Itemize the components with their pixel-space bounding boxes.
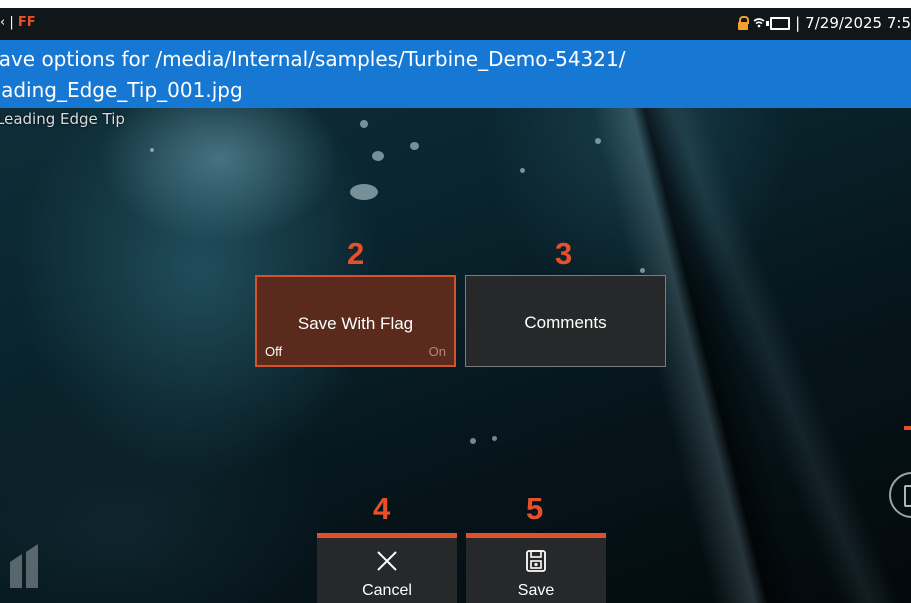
close-icon (377, 551, 397, 571)
status-right: | 7/29/2025 7:5 (738, 14, 911, 32)
droplet (350, 184, 378, 200)
status-bar: ‹ | FF | 7/29/2025 7:5 (0, 8, 911, 40)
wifi-icon (753, 18, 765, 28)
mode-indicator: FF (17, 15, 36, 30)
callout-5: 5 (526, 491, 544, 526)
camera-view: ‹ | FF | 7/29/2025 7:5 Save options for … (0, 8, 911, 603)
toggle-on-label: On (428, 344, 446, 359)
side-control-button[interactable] (889, 472, 911, 518)
droplet (360, 120, 368, 128)
status-left: ‹ | FF (0, 15, 36, 30)
droplet (470, 438, 476, 444)
title-line-1: Save options for /media/Internal/samples… (0, 47, 626, 71)
droplet (410, 142, 419, 150)
watermark-logo-icon (10, 544, 38, 588)
droplet (595, 138, 601, 144)
save-with-flag-toggle[interactable]: Save With Flag Off On (255, 275, 456, 367)
side-control-icon (904, 485, 911, 507)
droplet (520, 168, 525, 173)
status-separator: | (795, 14, 801, 32)
comments-label: Comments (524, 313, 607, 332)
droplet (372, 151, 384, 161)
comments-button[interactable]: Comments (465, 275, 666, 367)
droplet (150, 148, 154, 152)
datetime: 7/29/2025 7:5 (805, 14, 911, 32)
status-separator: | (5, 15, 18, 30)
lock-icon (738, 16, 750, 30)
droplet (492, 436, 497, 441)
title-line-2: Leading_Edge_Tip_001.jpg (0, 78, 243, 102)
title-bar: Save options for /media/Internal/samples… (0, 40, 911, 108)
cancel-label: Cancel (362, 582, 412, 599)
cancel-button[interactable]: Cancel (317, 533, 457, 603)
side-callout-mark (904, 426, 911, 430)
save-icon (526, 550, 546, 572)
save-button[interactable]: Save (466, 533, 606, 603)
callout-2: 2 (347, 236, 365, 271)
toggle-off-label: Off (265, 344, 283, 359)
callout-3: 3 (555, 236, 573, 271)
battery-icon (766, 16, 791, 30)
save-label: Save (517, 582, 555, 599)
droplet (640, 268, 645, 273)
image-label: Leading Edge Tip (0, 110, 125, 128)
save-with-flag-label: Save With Flag (297, 314, 414, 333)
callout-4: 4 (373, 491, 391, 526)
